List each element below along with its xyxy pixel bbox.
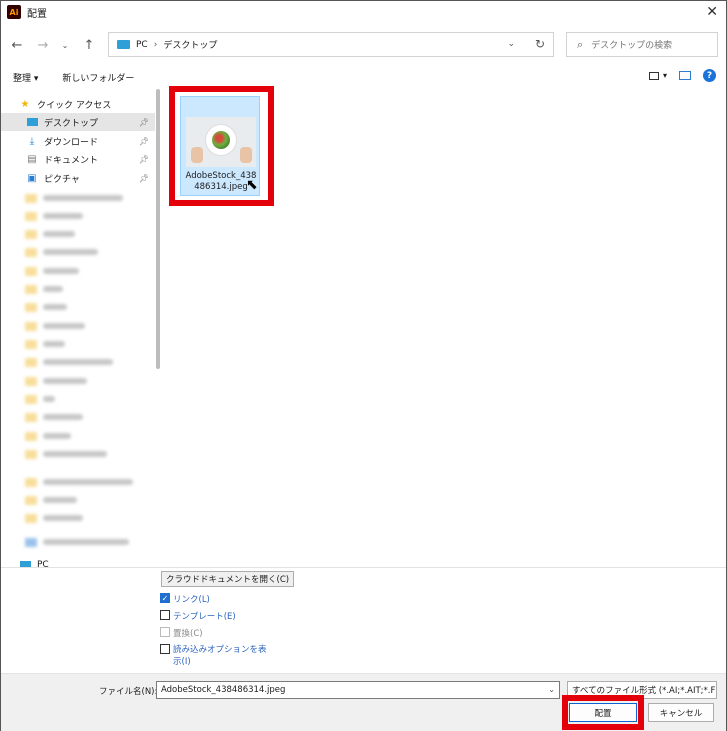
blurred-folder-item[interactable] xyxy=(25,284,153,294)
sidebar-item-documents[interactable]: ▤ ドキュメント 📌︎ xyxy=(1,150,155,168)
blurred-folder-item[interactable] xyxy=(25,495,153,505)
address-bar[interactable]: PC › デスクトップ ⌄ ↻ xyxy=(108,32,554,57)
title-bar: Ai 配置 ✕ xyxy=(1,1,726,23)
close-icon[interactable]: ✕ xyxy=(706,4,718,20)
template-label: テンプレート(E) xyxy=(173,612,236,622)
blurred-folder-item[interactable] xyxy=(25,247,153,257)
view-controls: ▾ ? xyxy=(648,69,716,82)
search-box[interactable]: ⌕ デスクトップの検索 xyxy=(566,32,718,57)
recent-locations-chevron-icon[interactable]: ⌄ xyxy=(55,41,75,50)
pc-icon xyxy=(117,40,130,49)
sidebar-item-label: ドキュメント xyxy=(44,155,99,166)
highlight-box xyxy=(562,695,644,730)
replace-label: 置換(C) xyxy=(173,629,203,639)
picture-icon: ▣ xyxy=(27,172,37,184)
blurred-folder-item[interactable] xyxy=(25,431,153,441)
blurred-folder-item[interactable] xyxy=(25,412,153,422)
sidebar-item-pc[interactable]: PC xyxy=(1,559,155,567)
pin-icon: 📌︎ xyxy=(138,117,149,127)
document-icon: ▤ xyxy=(27,153,37,165)
sidebar-item-label: デスクトップ xyxy=(44,118,99,129)
blurred-folder-item[interactable] xyxy=(25,357,153,367)
blurred-folder-item[interactable] xyxy=(25,394,153,404)
blurred-folder-item[interactable] xyxy=(25,513,153,523)
sidebar-item-pictures[interactable]: ▣ ピクチャ 📌︎ xyxy=(1,169,155,187)
filename-value: AdobeStock_438486314.jpeg xyxy=(161,685,286,695)
blurred-folder-item[interactable] xyxy=(25,211,153,221)
sidebar-item-desktop[interactable]: デスクトップ 📌︎ xyxy=(1,113,155,131)
search-icon: ⌕ xyxy=(577,37,584,51)
replace-checkbox-row: 置換(C) xyxy=(160,627,203,639)
blurred-folder-item[interactable] xyxy=(25,449,153,459)
star-icon: ★ xyxy=(20,98,30,110)
new-folder-button[interactable]: 新しいフォルダー xyxy=(62,71,134,84)
pin-icon: 📌︎ xyxy=(138,136,149,146)
cancel-button[interactable]: キャンセル xyxy=(648,703,714,722)
organize-button[interactable]: 整理 ▾ xyxy=(13,71,38,84)
sidebar-item-downloads[interactable]: ⤓ ダウンロード 📌︎ xyxy=(1,132,155,150)
sidebar-item-label: PC xyxy=(37,560,49,567)
command-bar: 整理 ▾ 新しいフォルダー ▾ ? xyxy=(1,67,726,87)
filename-label: ファイル名(N): xyxy=(99,687,158,697)
breadcrumb-desktop[interactable]: デスクトップ xyxy=(163,38,217,51)
help-icon[interactable]: ? xyxy=(703,69,716,82)
import-options-label: 読み込みオプションを表示(I) xyxy=(173,645,267,667)
navigation-bar: ← → ⌄ ↑ PC › デスクトップ ⌄ ↻ ⌕ デスクトップの検索 xyxy=(1,29,726,61)
forward-arrow-icon[interactable]: → xyxy=(33,38,53,53)
breadcrumb-separator-icon: › xyxy=(153,39,158,50)
illustrator-app-icon: Ai xyxy=(7,5,21,19)
navigation-pane: ★ クイック アクセス デスクトップ 📌︎ ⤓ ダウンロード 📌︎ ▤ ドキュメ… xyxy=(1,89,161,567)
sidebar-scrollbar[interactable] xyxy=(156,89,160,369)
view-dropdown-icon: ▾ xyxy=(662,71,667,80)
divider xyxy=(1,567,726,568)
search-placeholder: デスクトップの検索 xyxy=(591,41,673,51)
pc-icon xyxy=(19,560,31,567)
blurred-folder-item[interactable] xyxy=(25,229,153,239)
window-title: 配置 xyxy=(27,8,47,20)
sidebar-item-label: クイック アクセス xyxy=(37,100,112,111)
blurred-folder-item[interactable] xyxy=(25,376,153,386)
blurred-onedrive-item[interactable] xyxy=(25,537,153,547)
pin-icon: 📌︎ xyxy=(138,173,149,183)
organize-label: 整理 xyxy=(13,73,32,84)
back-arrow-icon[interactable]: ← xyxy=(7,38,27,53)
download-icon: ⤓ xyxy=(29,135,35,147)
change-view-button[interactable]: ▾ xyxy=(648,71,667,80)
view-icon xyxy=(648,71,659,80)
filename-input[interactable]: AdobeStock_438486314.jpeg ⌄ xyxy=(156,681,560,699)
blurred-folder-item[interactable] xyxy=(25,339,153,349)
blurred-folder-item[interactable] xyxy=(25,266,153,276)
place-dialog: Ai 配置 ✕ ← → ⌄ ↑ PC › デスクトップ ⌄ ↻ ⌕ デスクトップ… xyxy=(0,0,727,731)
refresh-icon[interactable]: ↻ xyxy=(535,37,545,51)
highlight-box xyxy=(169,86,274,206)
pin-icon: 📌︎ xyxy=(138,154,149,164)
desktop-icon xyxy=(26,117,38,128)
import-options-checkbox-row[interactable]: 読み込みオプションを表示(I) xyxy=(160,644,270,668)
sidebar-item-label: ダウンロード xyxy=(44,137,99,148)
blurred-folder-item[interactable] xyxy=(25,321,153,331)
template-checkbox-row[interactable]: テンプレート(E) xyxy=(160,610,236,622)
open-cloud-document-button[interactable]: クラウドドキュメントを開く(C) xyxy=(161,571,295,587)
link-checkbox[interactable]: ✓ xyxy=(160,593,170,603)
sidebar-item-label: ピクチャ xyxy=(44,174,80,185)
replace-checkbox xyxy=(160,627,170,637)
sidebar-quick-access[interactable]: ★ クイック アクセス xyxy=(1,95,155,113)
blurred-cloud-item[interactable] xyxy=(25,477,153,487)
import-options-checkbox[interactable] xyxy=(160,644,170,654)
blurred-folder-item[interactable] xyxy=(25,302,153,312)
blurred-folder-item[interactable] xyxy=(25,193,153,203)
link-label: リンク(L) xyxy=(173,595,210,605)
up-arrow-icon[interactable]: ↑ xyxy=(79,38,99,53)
link-checkbox-row[interactable]: ✓ リンク(L) xyxy=(160,593,210,605)
address-dropdown-icon[interactable]: ⌄ xyxy=(507,39,515,49)
preview-pane-icon[interactable] xyxy=(679,71,691,80)
template-checkbox[interactable] xyxy=(160,610,170,620)
filename-dropdown-icon[interactable]: ⌄ xyxy=(548,685,555,694)
breadcrumb-pc[interactable]: PC xyxy=(136,40,148,50)
